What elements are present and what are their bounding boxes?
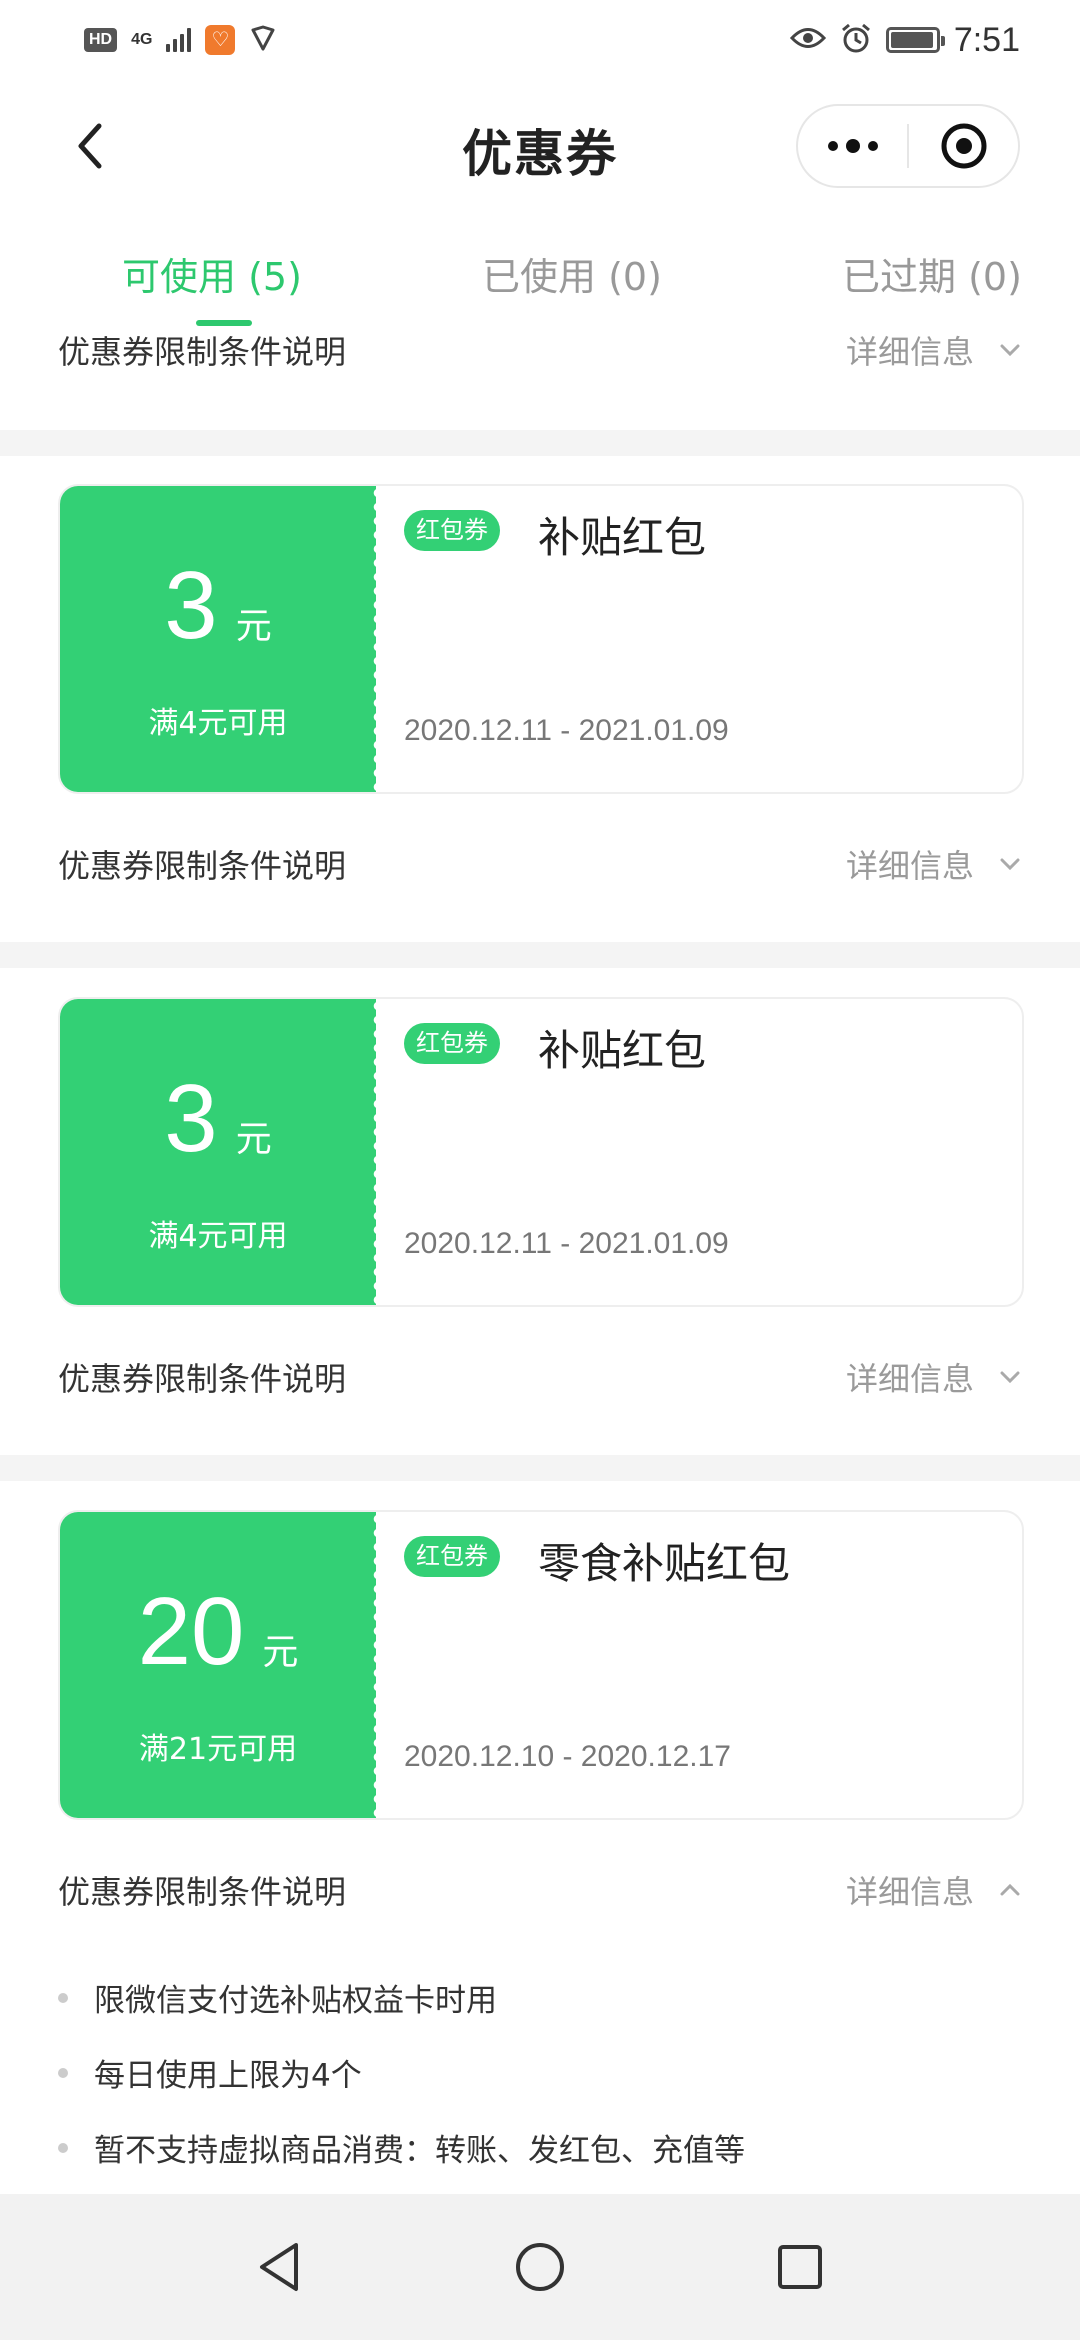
coupon-rules-list: 限微信支付选补贴权益卡时用 每日使用上限为4个 暂不支持虚拟商品消费：转账、发红… — [58, 1960, 1018, 2185]
shield-icon — [249, 24, 277, 57]
status-right: 7:51 — [789, 20, 1020, 60]
limit-description-label: 优惠券限制条件说明 — [58, 847, 347, 885]
coupon-date-range: 2020.12.11 - 2021.01.09 — [404, 714, 729, 747]
network-type: 4G — [131, 31, 153, 48]
square-recents-icon — [778, 2245, 822, 2289]
coupon-perforation — [368, 486, 378, 792]
chevron-down-icon — [1000, 344, 1020, 356]
coupon-type-badge: 红包券 — [404, 510, 500, 551]
detail-toggle[interactable]: 详细信息 — [846, 1867, 1020, 1913]
section-divider — [0, 942, 1080, 968]
coupon-name: 补贴红包 — [538, 513, 707, 562]
coupon-name: 补贴红包 — [538, 1026, 707, 1075]
more-button[interactable] — [798, 106, 907, 186]
close-mini-program-button[interactable] — [909, 106, 1018, 186]
coupon-perforation — [368, 1512, 378, 1818]
status-left: HD 4G ♡ — [84, 24, 277, 57]
limit-description-label: 优惠券限制条件说明 — [58, 1360, 347, 1398]
coupon-amount-number: 3 — [164, 552, 218, 659]
coupon-amount-number: 20 — [137, 1578, 245, 1685]
section-divider — [0, 430, 1080, 456]
chevron-down-icon — [1000, 858, 1020, 870]
rule-item: 暂不支持虚拟商品消费：转账、发红包、充值等 — [58, 2110, 1018, 2185]
coupon-value-panel: 3 元 满4元可用 — [60, 999, 376, 1305]
rule-text: 暂不支持虚拟商品消费：转账、发红包、充值等 — [94, 2133, 745, 2169]
coupon-amount-unit: 元 — [235, 1119, 272, 1160]
triangle-back-icon — [260, 2243, 298, 2291]
app-notification-icon: ♡ — [205, 25, 236, 55]
tab-available[interactable]: 可使用 (5) — [122, 246, 302, 301]
detail-toggle[interactable]: 详细信息 — [846, 841, 1020, 887]
rule-item: 每日使用上限为4个 — [58, 2035, 1018, 2110]
system-back-button[interactable] — [250, 2237, 310, 2297]
hd-badge: HD — [84, 28, 118, 52]
coupon-condition: 满4元可用 — [148, 706, 288, 741]
coupon-limit-row[interactable]: 优惠券限制条件说明 详细信息 — [58, 1347, 1020, 1407]
eye-icon — [789, 25, 826, 56]
detail-label: 详细信息 — [845, 1873, 974, 1911]
coupon-limit-row[interactable]: 优惠券限制条件说明 详细信息 — [58, 320, 1020, 380]
circle-home-icon — [516, 2243, 564, 2291]
tab-used[interactable]: 已使用 (0) — [482, 246, 662, 301]
detail-label: 详细信息 — [845, 847, 974, 885]
limit-description-label: 优惠券限制条件说明 — [58, 333, 347, 371]
section-divider — [0, 1455, 1080, 1481]
rule-text: 限微信支付选补贴权益卡时用 — [94, 1983, 497, 2019]
coupon-amount: 20 元 — [60, 1584, 376, 1680]
limit-description-label: 优惠券限制条件说明 — [58, 1873, 347, 1911]
status-time: 7:51 — [953, 20, 1020, 59]
alarm-icon — [840, 22, 872, 59]
bullet-dot — [58, 2068, 68, 2078]
coupon-card[interactable]: 20 元 满21元可用 红包券 零食补贴红包 2020.12.10 - 2020… — [58, 1510, 1024, 1820]
coupon-type-badge: 红包券 — [404, 1536, 500, 1577]
system-home-button[interactable] — [510, 2237, 570, 2297]
battery-fill — [890, 32, 933, 48]
coupon-name: 零食补贴红包 — [538, 1539, 791, 1588]
detail-toggle[interactable]: 详细信息 — [846, 1354, 1020, 1400]
nav-bar: 优惠券 — [0, 80, 1080, 210]
bullet-dot — [58, 1993, 68, 2003]
coupon-value-panel: 3 元 满4元可用 — [60, 486, 376, 792]
target-icon — [941, 123, 986, 169]
detail-toggle[interactable]: 详细信息 — [846, 327, 1020, 373]
tab-expired[interactable]: 已过期 (0) — [842, 246, 1022, 301]
coupon-limit-row[interactable]: 优惠券限制条件说明 详细信息 — [58, 1860, 1020, 1920]
more-dots-icon — [827, 139, 878, 153]
rule-item: 限微信支付选补贴权益卡时用 — [58, 1960, 1018, 2035]
coupon-perforation — [368, 999, 378, 1305]
chevron-up-icon — [1000, 1884, 1020, 1896]
detail-label: 详细信息 — [845, 333, 974, 371]
mini-program-capsule — [796, 104, 1020, 188]
coupon-amount: 3 元 — [60, 558, 376, 654]
coupon-condition: 满21元可用 — [138, 1732, 298, 1767]
coupon-value-panel: 20 元 满21元可用 — [60, 1512, 376, 1818]
coupon-amount-unit: 元 — [235, 606, 272, 647]
chevron-down-icon — [1000, 1371, 1020, 1383]
coupon-amount-number: 3 — [164, 1065, 218, 1172]
system-recents-button[interactable] — [770, 2237, 830, 2297]
coupon-type-badge: 红包券 — [404, 1023, 500, 1064]
coupon-amount: 3 元 — [60, 1071, 376, 1167]
system-navigation-bar — [0, 2194, 1080, 2340]
status-bar: HD 4G ♡ 7:51 — [0, 0, 1080, 80]
coupon-date-range: 2020.12.10 - 2020.12.17 — [404, 1740, 731, 1773]
rule-text: 每日使用上限为4个 — [94, 2058, 362, 2094]
detail-label: 详细信息 — [845, 1360, 974, 1398]
battery-icon — [885, 27, 945, 53]
coupon-condition: 满4元可用 — [148, 1219, 288, 1254]
coupon-card[interactable]: 3 元 满4元可用 红包券 补贴红包 2020.12.11 - 2021.01.… — [58, 997, 1024, 1307]
coupon-date-range: 2020.12.11 - 2021.01.09 — [404, 1227, 729, 1260]
coupon-tabs: 可使用 (5) 已使用 (0) 已过期 (0) — [0, 230, 1080, 330]
coupon-card[interactable]: 3 元 满4元可用 红包券 补贴红包 2020.12.11 - 2021.01.… — [58, 484, 1024, 794]
bullet-dot — [58, 2143, 68, 2153]
coupon-amount-unit: 元 — [262, 1632, 299, 1673]
signal-icon — [166, 28, 192, 52]
coupon-limit-row[interactable]: 优惠券限制条件说明 详细信息 — [58, 834, 1020, 894]
